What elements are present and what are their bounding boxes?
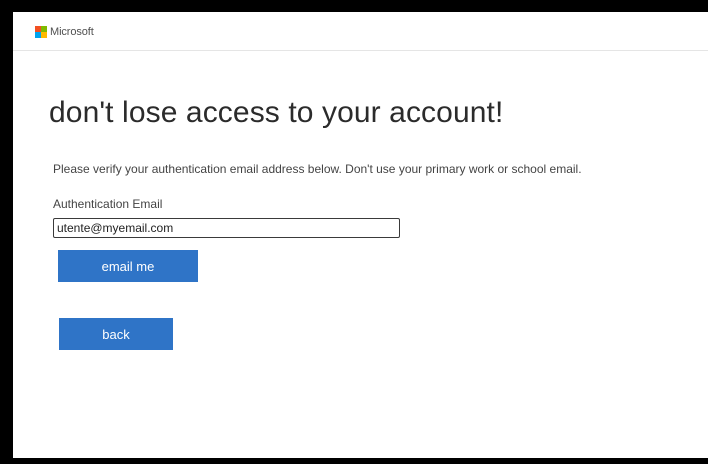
microsoft-logo-icon [35,26,47,38]
page-title: don't lose access to your account! [49,96,504,129]
browser-window: Microsoft don't lose access to your acco… [13,12,708,458]
brand-name: Microsoft [50,26,94,38]
authentication-email-input[interactable] [53,218,400,238]
authentication-email-label: Authentication Email [53,197,163,211]
logo-square-yellow [41,32,47,38]
top-bar: Microsoft [13,12,708,51]
email-me-button[interactable]: email me [58,250,198,282]
back-button[interactable]: back [59,318,173,350]
instructions-text: Please verify your authentication email … [53,162,582,176]
microsoft-logo: Microsoft [35,26,94,38]
